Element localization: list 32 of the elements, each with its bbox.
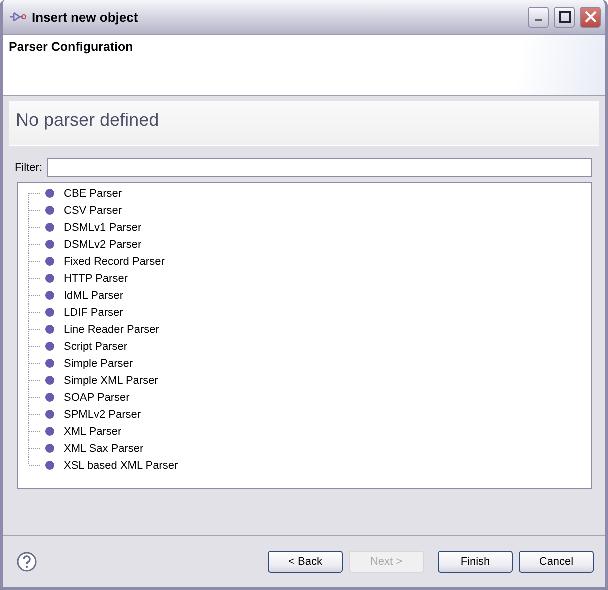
help-icon[interactable]: [17, 552, 37, 572]
parser-item[interactable]: SOAP Parser: [64, 392, 130, 404]
parser-item[interactable]: Simple XML Parser: [64, 374, 158, 386]
parser-item[interactable]: SPMLv2 Parser: [64, 408, 142, 420]
filter-label: Filter:: [15, 162, 42, 174]
parser-item[interactable]: CSV Parser: [64, 204, 122, 216]
message-text: No parser defined: [16, 110, 160, 130]
parser-item[interactable]: XSL based XML Parser: [64, 460, 178, 472]
parser-item[interactable]: Fixed Record Parser: [64, 256, 165, 268]
parser-item[interactable]: Simple Parser: [64, 358, 134, 370]
wizard-button[interactable]: Cancel: [519, 550, 594, 572]
parser-item[interactable]: DSMLv2 Parser: [64, 238, 142, 250]
close-button[interactable]: [580, 6, 601, 28]
wizard-button[interactable]: < Back: [268, 550, 343, 572]
window-title: Insert new object: [32, 10, 140, 24]
parser-item[interactable]: Script Parser: [64, 340, 128, 352]
parser-item[interactable]: HTTP Parser: [64, 272, 128, 284]
parser-item[interactable]: DSMLv1 Parser: [64, 222, 142, 234]
filter-field[interactable]: [46, 158, 592, 177]
parser-item[interactable]: Line Reader Parser: [64, 324, 160, 336]
parser-item[interactable]: XML Parser: [64, 426, 122, 438]
parser-item[interactable]: CBE Parser: [64, 188, 122, 200]
page-title: Parser Configuration: [9, 40, 134, 54]
maximize-icon: [558, 11, 570, 23]
parser-item[interactable]: IdML Parser: [64, 290, 124, 302]
parser-item[interactable]: XML Sax Parser: [64, 442, 144, 454]
parser-item[interactable]: LDIF Parser: [64, 306, 124, 318]
close-icon: [584, 11, 596, 23]
app-icon: [9, 11, 27, 23]
minimize-button[interactable]: [528, 6, 549, 28]
maximize-button[interactable]: [554, 6, 575, 28]
wizard-button[interactable]: Finish: [438, 550, 513, 572]
